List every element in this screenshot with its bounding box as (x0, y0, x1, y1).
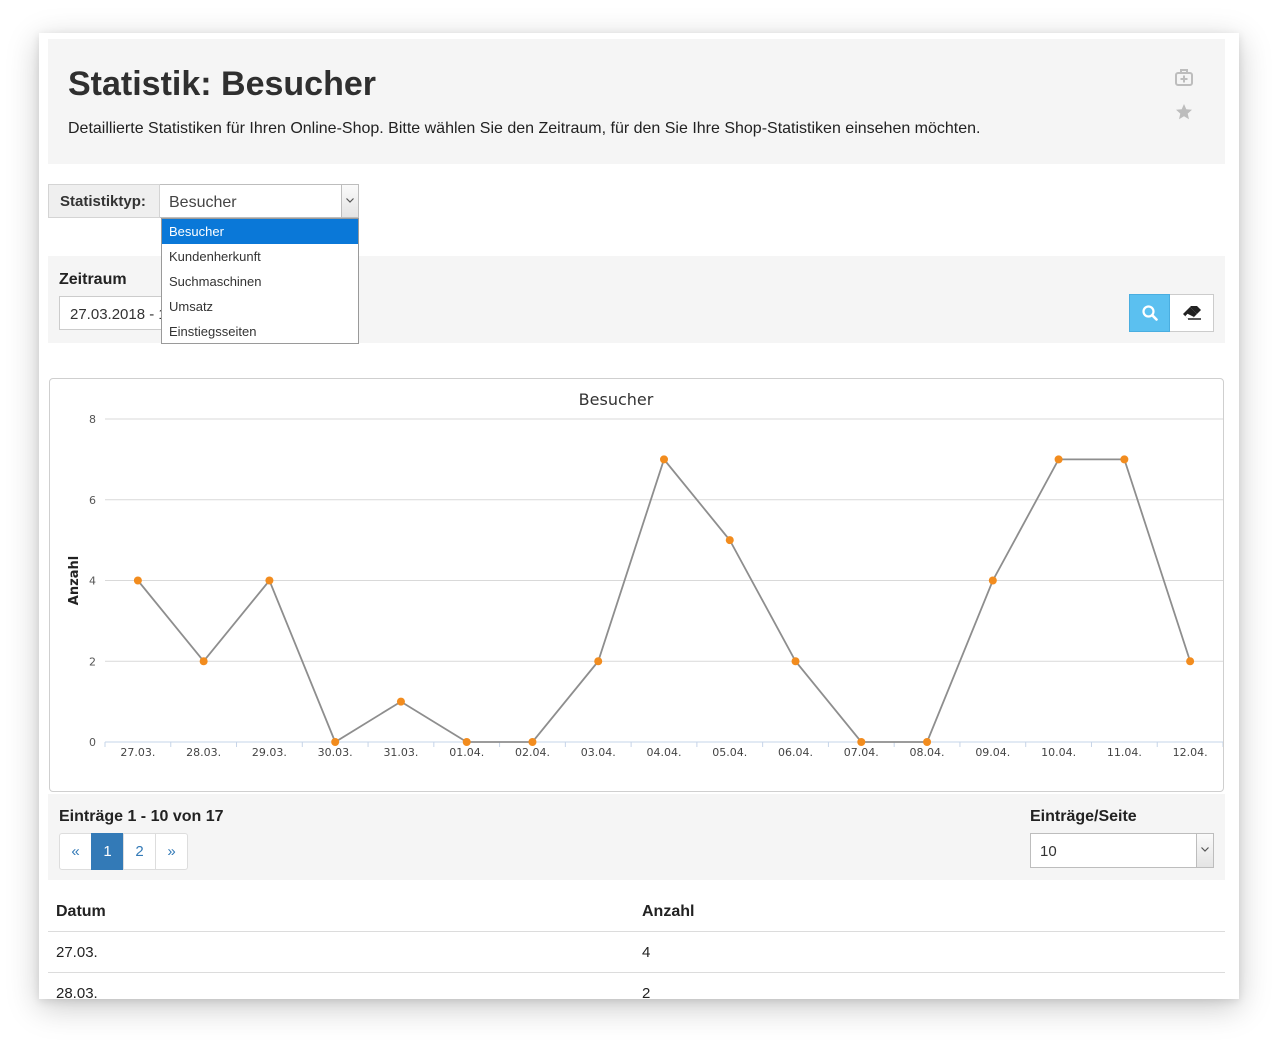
dropdown-option-kundenherkunft[interactable]: Kundenherkunft (162, 244, 358, 269)
data-point (1120, 455, 1129, 464)
data-point (462, 738, 471, 746)
chevron-down-icon[interactable] (341, 185, 358, 217)
data-point (725, 536, 734, 545)
data-point (265, 576, 274, 585)
page-title: Statistik: Besucher (68, 65, 376, 103)
statistic-type-value: Besucher (169, 194, 237, 211)
prev-page-button[interactable]: « (59, 833, 92, 870)
page-description: Detaillierte Statistiken für Ihren Onlin… (68, 120, 981, 137)
data-point (396, 697, 405, 706)
clear-filter-button[interactable] (1170, 294, 1214, 332)
cell-count: 2 (642, 985, 651, 999)
x-tick-label: 04.04. (647, 746, 682, 759)
cell-count: 4 (642, 944, 651, 961)
per-page-label: Einträge/Seite (1030, 808, 1137, 825)
x-tick-label: 11.04. (1107, 746, 1142, 759)
x-tick-label: 10.04. (1041, 746, 1076, 759)
table-row: 27.03. 4 (48, 932, 1225, 973)
series-line (137, 457, 1191, 744)
dropdown-option-einstiegsseiten[interactable]: Einstiegsseiten (162, 319, 358, 344)
x-tick-label: 31.03. (383, 746, 418, 759)
x-tick-label: 05.04. (712, 746, 747, 759)
y-tick-label: 8 (89, 413, 96, 426)
cell-date: 27.03. (56, 944, 98, 961)
page-header: Statistik: Besucher Detaillierte Statist… (48, 39, 1225, 164)
x-tick-label: 27.03. (120, 746, 155, 759)
star-icon[interactable] (1175, 103, 1193, 121)
data-point (528, 738, 537, 746)
x-tick-label: 12.04. (1173, 746, 1208, 759)
y-axis-label: Anzahl (67, 556, 82, 605)
cell-date: 28.03. (56, 985, 98, 999)
data-point (791, 657, 800, 666)
data-point (594, 657, 603, 666)
x-tick-label: 08.04. (910, 746, 945, 759)
statistic-type-select[interactable]: Besucher (160, 184, 359, 218)
y-tick-label: 6 (89, 494, 96, 507)
statistics-card: Statistik: Besucher Detaillierte Statist… (39, 33, 1239, 999)
y-tick-label: 0 (89, 736, 96, 749)
per-page-select[interactable]: 10 (1030, 833, 1214, 868)
data-point (923, 738, 932, 746)
data-point (988, 576, 997, 585)
statistic-type-dropdown: Besucher Kundenherkunft Suchmaschinen Um… (161, 218, 359, 344)
table-header: Datum Anzahl (48, 899, 1225, 932)
date-range-input[interactable]: 27.03.2018 - 12.04.2018 (59, 296, 171, 330)
dropdown-option-besucher[interactable]: Besucher (162, 219, 358, 244)
date-range-label: Zeitraum (59, 271, 127, 288)
y-tick-label: 2 (89, 655, 96, 668)
next-page-button[interactable]: » (155, 833, 188, 870)
data-point (133, 576, 142, 585)
search-icon (1142, 305, 1158, 321)
dropdown-option-umsatz[interactable]: Umsatz (162, 294, 358, 319)
x-tick-label: 03.04. (581, 746, 616, 759)
pager-section: Einträge 1 - 10 von 17 « 1 2 » Einträge/… (48, 794, 1225, 880)
pagination: « 1 2 » (59, 833, 188, 870)
per-page-value: 10 (1040, 843, 1057, 860)
x-tick-label: 01.04. (449, 746, 484, 759)
x-tick-label: 28.03. (186, 746, 221, 759)
column-header-count[interactable]: Anzahl (642, 903, 694, 921)
data-point (660, 455, 668, 464)
data-point (331, 738, 340, 746)
x-tick-label: 29.03. (252, 746, 287, 759)
dropdown-option-suchmaschinen[interactable]: Suchmaschinen (162, 269, 358, 294)
chevron-down-icon[interactable] (1196, 834, 1213, 867)
x-tick-label: 09.04. (975, 746, 1010, 759)
data-point (1054, 455, 1063, 464)
statistic-type-label: Statistiktyp: (48, 184, 160, 218)
visitor-chart-panel: Besucher 0 2 4 6 8 27.03. 28.03. 29.03. 30.03. 31.… (49, 378, 1224, 792)
page-button-1[interactable]: 1 (91, 833, 124, 870)
data-point (199, 657, 208, 666)
data-point (857, 738, 866, 746)
page-button-2[interactable]: 2 (123, 833, 156, 870)
eraser-icon (1183, 306, 1201, 320)
x-tick-label: 30.03. (318, 746, 353, 759)
table-row: 28.03. 2 (48, 973, 1225, 999)
visitor-line-chart: Besucher 0 2 4 6 8 27.03. 28.03. 29.03. 30.03. 31.… (67, 390, 1223, 759)
column-header-date[interactable]: Datum (56, 903, 106, 921)
data-point (1186, 657, 1195, 666)
x-tick-label: 02.04. (515, 746, 550, 759)
x-tick-label: 07.04. (844, 746, 879, 759)
chart-title: Besucher (579, 390, 654, 409)
y-tick-label: 4 (89, 575, 96, 588)
search-button[interactable] (1129, 294, 1170, 332)
entries-info: Einträge 1 - 10 von 17 (59, 808, 224, 825)
first-aid-kit-icon[interactable] (1175, 69, 1193, 87)
x-tick-label: 06.04. (778, 746, 813, 759)
